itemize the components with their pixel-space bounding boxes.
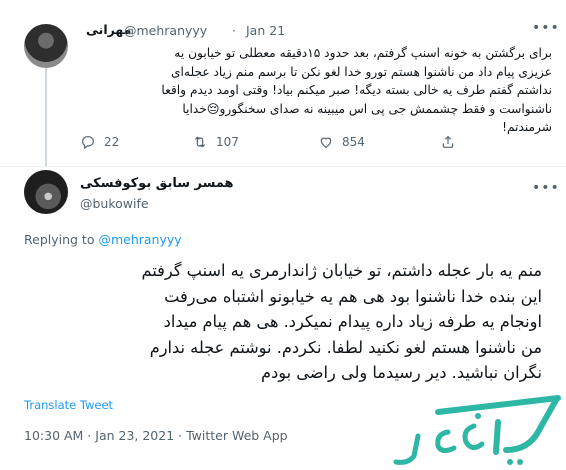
tweet-text-line: عزیزی پیام داد من ناشنوا هستم تورو خدا ل… xyxy=(170,64,552,79)
more-horizontal-icon[interactable]: ••• xyxy=(532,20,560,36)
display-name[interactable]: همسر سابق بوکوفسکی xyxy=(80,176,234,191)
tweet-text-line: نگران نباشید. دیر رسیدما ولی راضی بودم xyxy=(261,363,542,382)
tweet-header: مهرانی @mehranyyy · Jan 21 xyxy=(82,22,552,40)
user-handle[interactable]: @mehranyyy xyxy=(124,23,207,38)
avatar[interactable] xyxy=(24,170,68,214)
retweet-count: 107 xyxy=(216,135,239,149)
retweet-icon xyxy=(194,136,206,148)
reply-button[interactable]: 22 xyxy=(80,134,119,150)
like-button[interactable]: 854 xyxy=(318,134,365,150)
tweet-text-line: نداشتم گفتم طرف یه خالی بسته دیگه! صبر م… xyxy=(161,83,552,98)
replying-to-line: Replying to @mehranyyy xyxy=(24,232,182,247)
more-horizontal-icon[interactable]: ••• xyxy=(532,180,560,196)
divider xyxy=(0,166,566,167)
share-icon xyxy=(442,135,454,148)
reply-icon xyxy=(82,136,94,150)
parent-tweet[interactable]: مهرانی @mehranyyy · Jan 21 ••• برای برگش… xyxy=(0,0,566,166)
tweet-text-line: این بنده خدا ناشنوا بود هی هم یه خیابونو… xyxy=(164,286,542,306)
tweet-text-line: منم یه بار عجله داشتم، تو خیابان ژاندارم… xyxy=(141,261,543,280)
reply-count: 22 xyxy=(104,135,120,149)
avatar[interactable] xyxy=(24,24,68,68)
tweet-timestamp[interactable]: 10:30 AM · Jan 23, 2021 · Twitter Web Ap… xyxy=(24,428,288,443)
share-button[interactable] xyxy=(440,134,456,150)
tweet-date[interactable]: Jan 21 xyxy=(246,23,285,38)
tweet-text-line: برای برگشتن به خونه اسنپ گرفتم، بعد حدود… xyxy=(174,46,552,60)
heart-icon xyxy=(320,137,332,149)
tweet-text-line: من ناشنوا هستم لغو نکنید لطفا. نکردم. نو… xyxy=(149,337,542,357)
separator-dot: · xyxy=(232,23,236,38)
user-handle[interactable]: @bukowife xyxy=(80,196,149,211)
tweet-text: منم یه بار عجله داشتم، تو خیابان ژاندارم… xyxy=(24,258,543,386)
retweet-button[interactable]: 107 xyxy=(192,134,239,150)
like-count: 854 xyxy=(342,135,365,149)
tweet-text: برای برگشتن به خونه اسنپ گرفتم، بعد حدود… xyxy=(82,44,552,137)
replying-to-link[interactable]: @mehranyyy xyxy=(98,232,181,247)
tweet-text-line: اونجام یه طرفه زیاد داره پیدام نمیکرد. ه… xyxy=(163,312,542,331)
replying-to-label: Replying to xyxy=(24,232,95,247)
thread-connector-line xyxy=(45,68,47,166)
tweet-actions: 22 107 854 xyxy=(80,134,550,154)
translate-tweet-link[interactable]: Translate Tweet xyxy=(24,398,113,412)
tweet-text-line: ناشنواست و فقط چشممش جی پی اس میبینه نه … xyxy=(182,101,552,116)
watermark-logo xyxy=(393,395,561,465)
